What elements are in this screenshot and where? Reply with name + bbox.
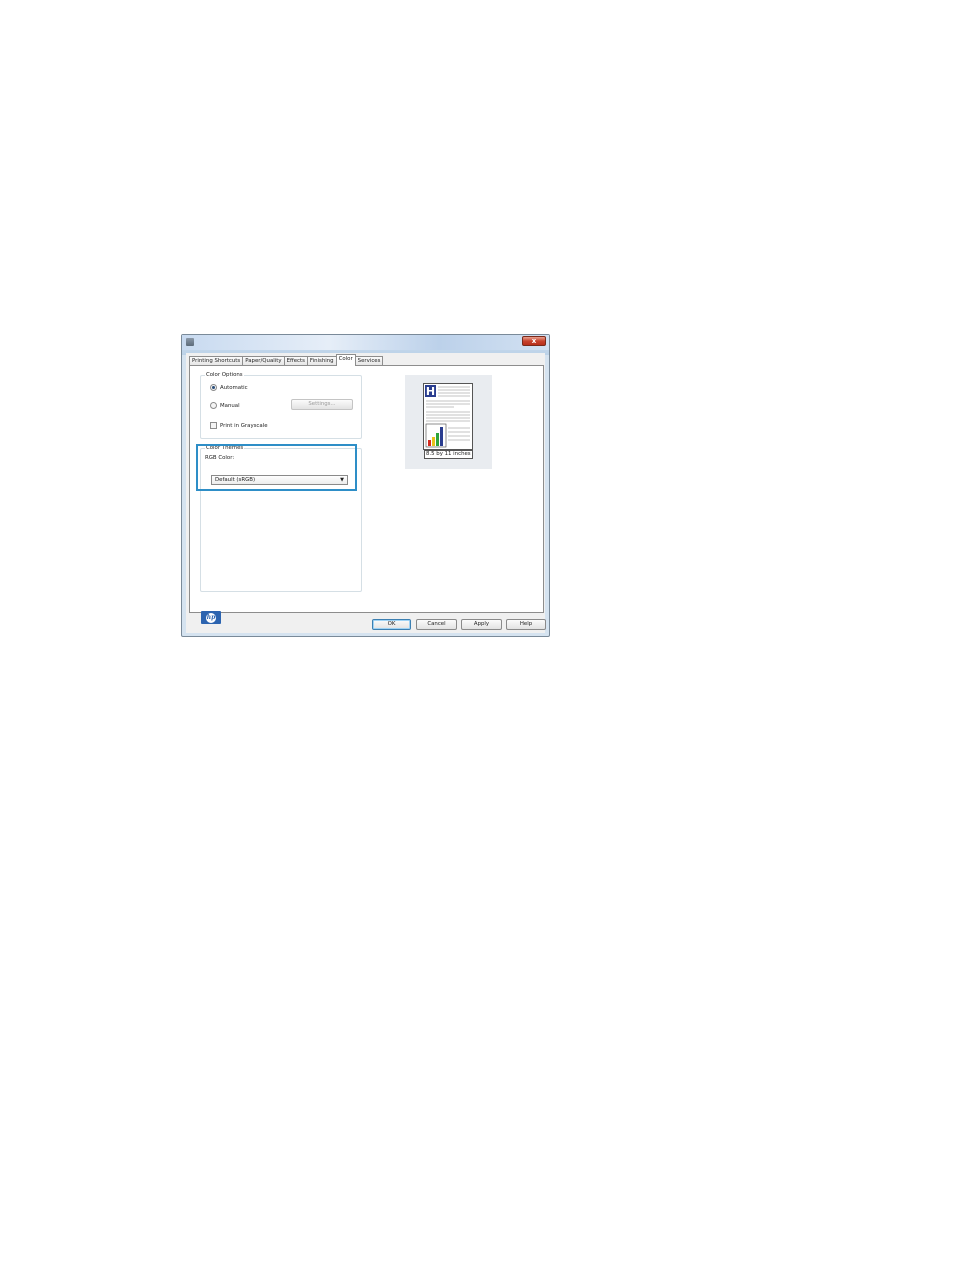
paper-size-label: 8.5 by 11 inches — [424, 450, 473, 459]
manual-radio[interactable]: Manual — [210, 402, 240, 409]
preview-page: H — [423, 383, 473, 450]
preview-bar-green — [436, 433, 439, 446]
preview-bar-yellow — [432, 437, 435, 446]
color-options-legend: Color Options — [205, 372, 244, 379]
preview-heading-letter: H — [426, 385, 435, 398]
print-in-grayscale-checkbox[interactable]: Print in Grayscale — [210, 422, 268, 429]
apply-button[interactable]: Apply — [461, 619, 502, 630]
preview-bar-blue — [440, 427, 443, 446]
help-button[interactable]: Help — [506, 619, 546, 630]
automatic-radio-button[interactable] — [210, 384, 217, 391]
grayscale-checkbox-box[interactable] — [210, 422, 217, 429]
hp-logo-mark: hp — [206, 612, 216, 623]
cancel-button[interactable]: Cancel — [416, 619, 457, 630]
automatic-radio[interactable]: Automatic — [210, 384, 248, 391]
printer-icon — [186, 338, 194, 346]
title-bar[interactable]: x — [182, 335, 549, 350]
preview-page-graphic: H — [425, 385, 470, 448]
manual-radio-button[interactable] — [210, 402, 217, 409]
manual-label: Manual — [220, 402, 240, 409]
tab-color[interactable]: Color — [335, 354, 356, 366]
hp-logo: hp — [201, 611, 221, 624]
preview-bar-red — [428, 440, 431, 446]
color-tab-panel: Color Options Automatic Manual Settings.… — [189, 365, 544, 613]
printer-properties-dialog: x Printing Shortcuts Paper/Quality Effec… — [181, 334, 550, 637]
page-preview: H 8.5 by 11 inches — [405, 375, 492, 469]
color-themes-highlight — [196, 444, 357, 491]
close-button[interactable]: x — [522, 336, 546, 346]
tab-strip: Printing Shortcuts Paper/Quality Effects… — [189, 354, 384, 366]
grayscale-label: Print in Grayscale — [220, 422, 268, 429]
color-options-group: Color Options Automatic Manual Settings.… — [200, 372, 362, 439]
automatic-label: Automatic — [220, 384, 248, 391]
dialog-client-area: Printing Shortcuts Paper/Quality Effects… — [186, 353, 546, 633]
settings-button[interactable]: Settings... — [291, 399, 353, 410]
ok-button[interactable]: OK — [372, 619, 411, 630]
